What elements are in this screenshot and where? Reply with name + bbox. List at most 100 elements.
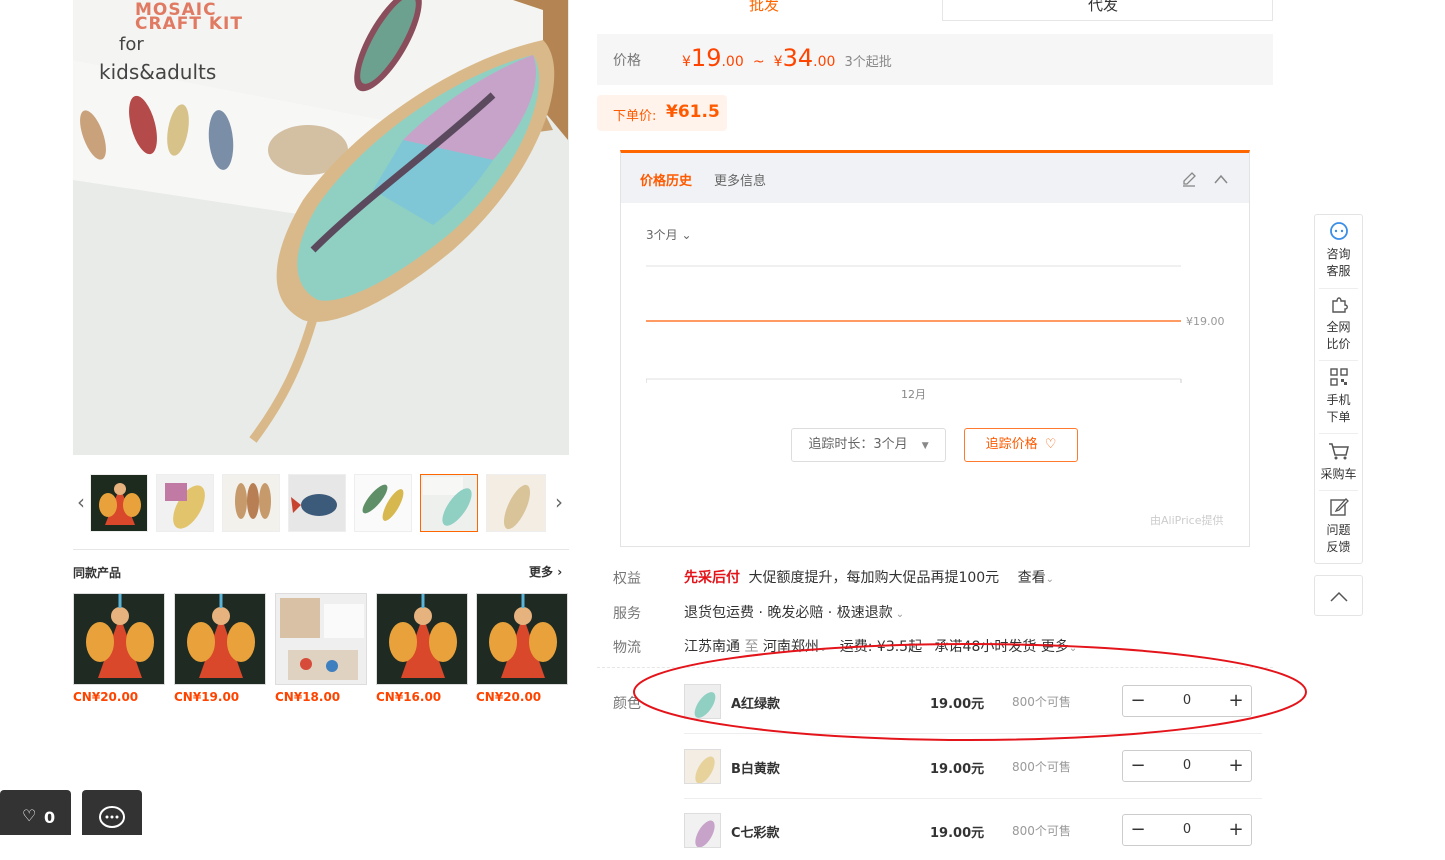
plus-button[interactable]: + [1221, 751, 1251, 781]
thumbnail[interactable] [156, 474, 214, 532]
same-product-card[interactable]: CN¥16.00 [376, 593, 468, 704]
main-product-image[interactable]: MOSAIC CRAFT KIT for kids&adults [73, 0, 569, 455]
chevron-right-icon: › [557, 565, 563, 579]
chevron-down-icon: ⌄ [895, 609, 905, 620]
consult-service-button[interactable]: 咨询 客服 [1315, 221, 1362, 280]
tab-wholesale-label: 批发 [749, 0, 780, 14]
logistics-more[interactable]: 更多 [1041, 639, 1069, 655]
back-to-top-button[interactable] [1314, 575, 1363, 616]
color-label: 颜色 [613, 696, 641, 712]
product-image [73, 593, 165, 685]
rights-label: 权益 [613, 571, 641, 587]
heart-icon: ♡ [1044, 437, 1057, 452]
divider [1319, 360, 1358, 361]
sku-row: C七彩款 19.00元 800个可售 − 0 + [684, 796, 1262, 860]
thumbnail[interactable] [354, 474, 412, 532]
order-price-value: ¥61.5 [666, 102, 720, 122]
currency-symbol: ¥ [682, 54, 691, 70]
compare-line2: 比价 [1326, 337, 1351, 351]
quantity-input[interactable]: 0 [1158, 751, 1216, 781]
range-dropdown[interactable]: 3个月 ⌄ [646, 226, 692, 243]
price-range: ¥19.00 ~ ¥34.00 3个起批 [682, 44, 892, 72]
cart-label: 采购车 [1320, 467, 1357, 481]
chevron-left-icon[interactable]: ‹ [73, 490, 89, 514]
compare-line1: 全网 [1326, 320, 1351, 334]
price-high-int: 34 [782, 44, 814, 72]
chevron-down-icon: ⌄ [818, 643, 828, 654]
sku-thumbnail[interactable] [684, 684, 721, 719]
plus-button[interactable]: + [1221, 686, 1251, 716]
rights-text: 大促额度提升，每加购大促品再提100元 [748, 570, 1000, 586]
same-product-card[interactable]: CN¥20.00 [476, 593, 568, 704]
kit-contents-thumb [223, 475, 279, 531]
quantity-input[interactable]: 0 [1158, 686, 1216, 716]
chat-icon [1329, 222, 1348, 240]
quantity-input[interactable]: 0 [1158, 815, 1216, 845]
quantity-stepper: − 0 + [1122, 685, 1252, 717]
thumbnail[interactable] [288, 474, 346, 532]
tab-dropship-label: 代发 [1088, 0, 1119, 14]
chevron-down-icon: ⌄ [1068, 643, 1078, 654]
product-price: CN¥16.00 [376, 690, 442, 704]
price-history-chart [646, 265, 1182, 383]
tab-price-history[interactable]: 价格历史 [640, 170, 692, 189]
tab-dropship[interactable]: 代发 [942, 0, 1273, 21]
sku-thumbnail[interactable] [684, 813, 721, 848]
same-product-card[interactable]: CN¥20.00 [73, 593, 165, 704]
price-low-int: 19 [690, 44, 722, 72]
box-title-line2: CRAFT KIT [135, 14, 243, 34]
sku-stock: 800个可售 [1012, 695, 1071, 709]
minus-button[interactable]: − [1123, 815, 1153, 845]
sku-row: B白黄款 19.00元 800个可售 − 0 + [684, 732, 1262, 796]
heart-icon: ♡ [22, 806, 37, 825]
chat-button[interactable] [82, 790, 142, 835]
service-label: 服务 [613, 606, 641, 622]
feedback-line2: 反馈 [1326, 540, 1351, 554]
plus-button[interactable]: + [1221, 815, 1251, 845]
track-price-label: 追踪价格 [985, 437, 1038, 452]
feather-craft-thumb [157, 475, 213, 531]
price-compare-button[interactable]: 全网 比价 [1315, 294, 1362, 353]
quantity-stepper: − 0 + [1122, 750, 1252, 782]
mobile-order-button[interactable]: 手机 下单 [1315, 367, 1362, 426]
logistics-label: 物流 [613, 640, 641, 656]
product-image [275, 593, 367, 685]
thumbnail[interactable] [222, 474, 280, 532]
edit-icon[interactable] [1181, 171, 1197, 187]
sku-thumbnail[interactable] [684, 749, 721, 784]
track-price-button[interactable]: 追踪价格 ♡ [964, 428, 1078, 462]
tab-wholesale[interactable]: 批发 [597, 0, 935, 21]
same-products-more-link[interactable]: 更多 › [529, 563, 562, 580]
same-product-card[interactable]: CN¥19.00 [174, 593, 266, 704]
same-products-title: 同款产品 [73, 566, 122, 580]
service-row[interactable]: 退货包运费 · 晚发必赔 · 极速退款 ⌄ [684, 602, 904, 622]
sku-stock: 800个可售 [1012, 760, 1071, 774]
track-duration-select[interactable]: 追踪时长：3个月 ▼ [791, 428, 946, 462]
track-duration-label: 追踪时长：3个月 [808, 437, 908, 452]
thumbnail-selected[interactable] [420, 474, 478, 532]
logistics-to[interactable]: 河南郑州 [763, 639, 819, 655]
thumbnail[interactable] [486, 474, 546, 532]
product-image [376, 593, 468, 685]
service-text: 退货包运费 · 晚发必赔 · 极速退款 [684, 605, 893, 621]
craft-kit-thumb [487, 475, 545, 531]
chevron-up-icon[interactable] [1213, 173, 1229, 185]
purchase-cart-button[interactable]: 采购车 [1315, 441, 1362, 483]
price-label: 价格 [613, 53, 641, 69]
favorite-button[interactable]: ♡ 0 [0, 790, 71, 835]
price-high-dec: .00 [813, 54, 836, 70]
same-product-card[interactable]: CN¥18.00 [275, 593, 367, 704]
rights-view-link[interactable]: 查看 [1018, 570, 1046, 586]
chat-bubble-icon [99, 806, 125, 828]
thumbnail[interactable] [90, 474, 148, 532]
minus-button[interactable]: − [1123, 686, 1153, 716]
feedback-button[interactable]: 问题 反馈 [1315, 497, 1362, 556]
qr-code-icon [1329, 368, 1348, 386]
sku-name: B白黄款 [731, 762, 780, 777]
sku-name: A红绿款 [731, 697, 781, 712]
minus-button[interactable]: − [1123, 751, 1153, 781]
price-low-dec: .00 [721, 54, 744, 70]
chevron-right-icon[interactable]: › [551, 490, 567, 514]
tab-more-info[interactable]: 更多信息 [714, 170, 766, 189]
box-title-line4: kids&adults [99, 60, 217, 84]
